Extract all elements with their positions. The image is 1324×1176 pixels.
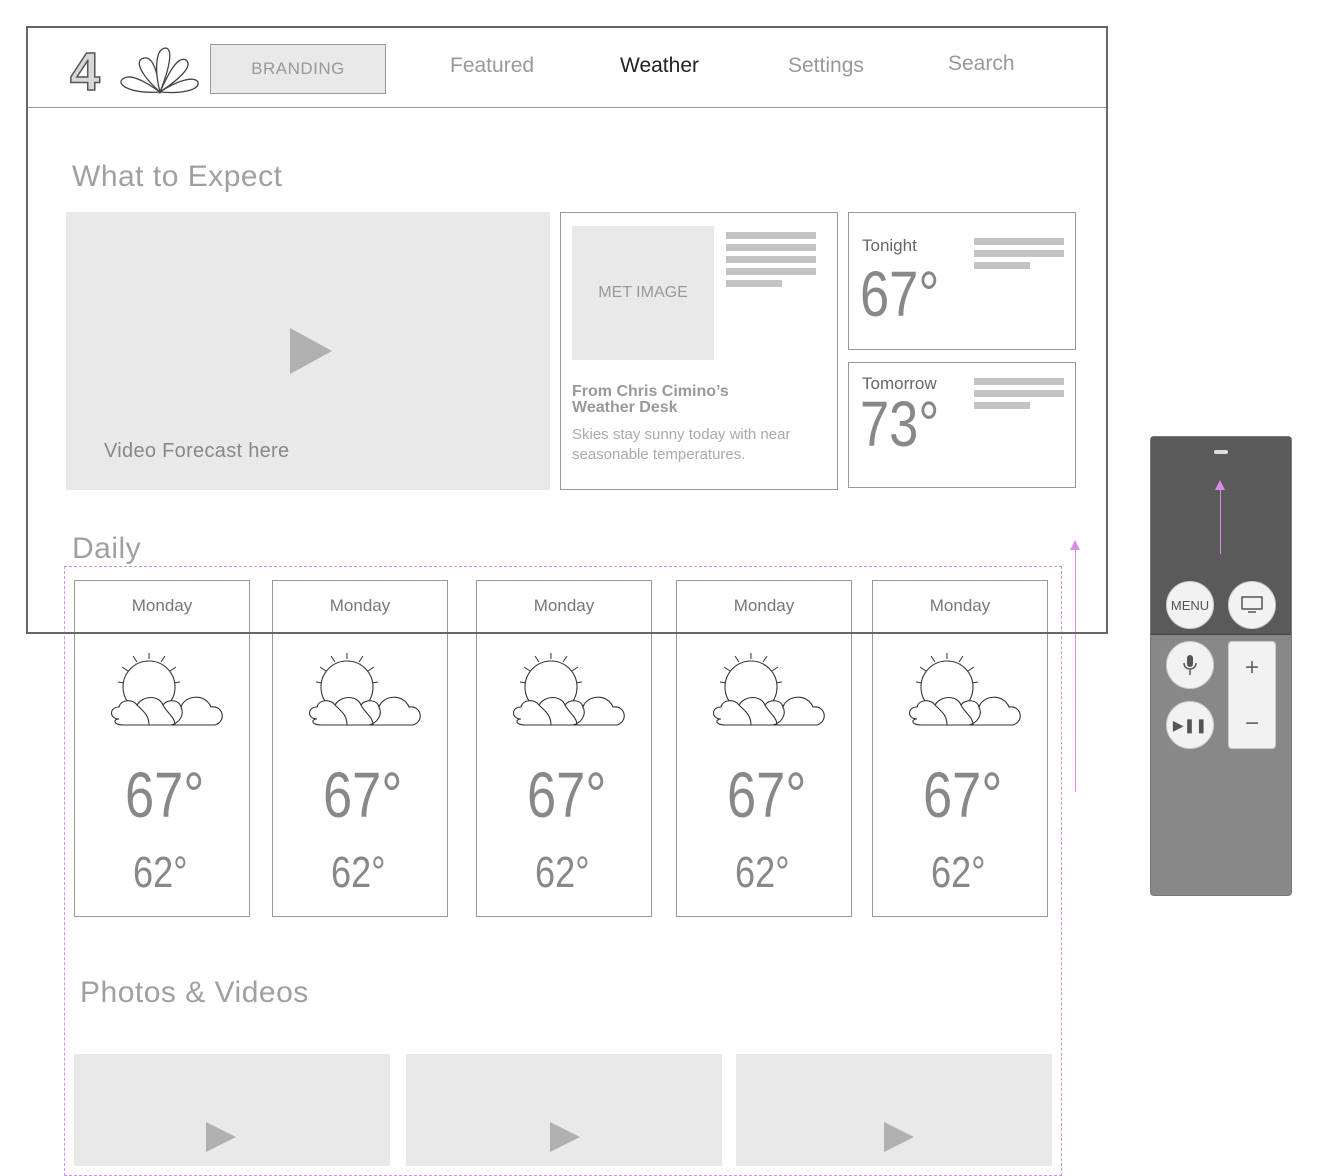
day-low-temp: 62° xyxy=(133,848,188,897)
nbc4-logo: 4 xyxy=(70,44,199,96)
day-high-temp: 67° xyxy=(923,759,1003,831)
nav-settings[interactable]: Settings xyxy=(788,54,864,78)
tv-icon xyxy=(1241,596,1263,613)
day-low-temp: 62° xyxy=(735,848,790,897)
volume-rocker: + − xyxy=(1228,641,1276,749)
scroll-guide-line xyxy=(1075,548,1076,792)
day-card[interactable]: Monday 67° 62° xyxy=(476,580,652,917)
day-name: Monday xyxy=(131,596,193,615)
day-card[interactable]: Monday 67° 62° xyxy=(74,580,250,917)
tomorrow-text-placeholder xyxy=(974,378,1064,412)
media-tile[interactable] xyxy=(74,1054,390,1166)
branding-placeholder: BRANDING xyxy=(210,44,386,94)
day-name: Monday xyxy=(929,596,991,615)
tv-home-button[interactable] xyxy=(1228,581,1276,629)
section-title-daily: Daily xyxy=(72,532,142,565)
partly-cloudy-icon xyxy=(712,653,825,726)
day-low-temp: 62° xyxy=(535,848,590,897)
siri-button[interactable] xyxy=(1166,641,1214,689)
day-low-temp: 62° xyxy=(331,848,386,897)
volume-down-button[interactable]: − xyxy=(1229,710,1275,738)
nav-weather[interactable]: Weather xyxy=(620,54,699,78)
tonight-label: Tonight xyxy=(862,236,917,255)
partly-cloudy-icon xyxy=(512,653,625,726)
scroll-guide-arrow-icon xyxy=(1070,540,1080,550)
day-high-temp: 67° xyxy=(323,759,403,831)
video-forecast-label: Video Forecast here xyxy=(104,440,290,462)
play-icon xyxy=(290,328,332,374)
day-name: Monday xyxy=(533,596,595,615)
swipe-up-arrow-icon xyxy=(1215,480,1225,490)
day-name: Monday xyxy=(329,596,391,615)
remote-led-indicator xyxy=(1214,450,1228,454)
microphone-icon xyxy=(1183,655,1197,675)
tonight-text-placeholder xyxy=(974,238,1064,272)
play-icon xyxy=(206,1122,236,1152)
media-tile[interactable] xyxy=(406,1054,722,1166)
met-image-placeholder: MET IMAGE xyxy=(572,226,714,360)
nav-featured[interactable]: Featured xyxy=(450,54,534,78)
menu-button[interactable]: MENU xyxy=(1166,581,1214,629)
swipe-guide-line xyxy=(1220,488,1221,554)
partly-cloudy-icon xyxy=(110,653,223,726)
partly-cloudy-icon xyxy=(908,653,1021,726)
play-icon xyxy=(550,1122,580,1152)
tomorrow-temperature: 73° xyxy=(860,388,940,460)
day-name: Monday xyxy=(733,596,795,615)
nav-search[interactable]: Search xyxy=(948,52,1015,76)
day-card[interactable]: Monday 67° 62° xyxy=(676,580,852,917)
met-card-title: From Chris Cimino’s Weather Desk xyxy=(572,383,729,416)
day-low-temp: 62° xyxy=(931,848,986,897)
met-text-placeholder xyxy=(726,232,816,292)
day-high-temp: 67° xyxy=(727,759,807,831)
section-title-what-to-expect: What to Expect xyxy=(72,160,283,193)
day-card[interactable]: Monday 67° 62° xyxy=(872,580,1048,917)
section-title-photos-videos: Photos & Videos xyxy=(80,976,309,1009)
tonight-temperature: 67° xyxy=(860,258,940,330)
media-tile[interactable] xyxy=(736,1054,1052,1166)
partly-cloudy-icon xyxy=(308,653,421,726)
volume-up-button[interactable]: + xyxy=(1229,654,1275,682)
play-icon xyxy=(884,1122,914,1152)
day-high-temp: 67° xyxy=(125,759,205,831)
day-card[interactable]: Monday 67° 62° xyxy=(272,580,448,917)
logo-number: 4 xyxy=(70,44,100,96)
day-high-temp: 67° xyxy=(527,759,607,831)
met-card-description: Skies stay sunny today with near seasona… xyxy=(572,426,791,463)
play-pause-button[interactable]: ▶❚❚ xyxy=(1166,701,1214,749)
